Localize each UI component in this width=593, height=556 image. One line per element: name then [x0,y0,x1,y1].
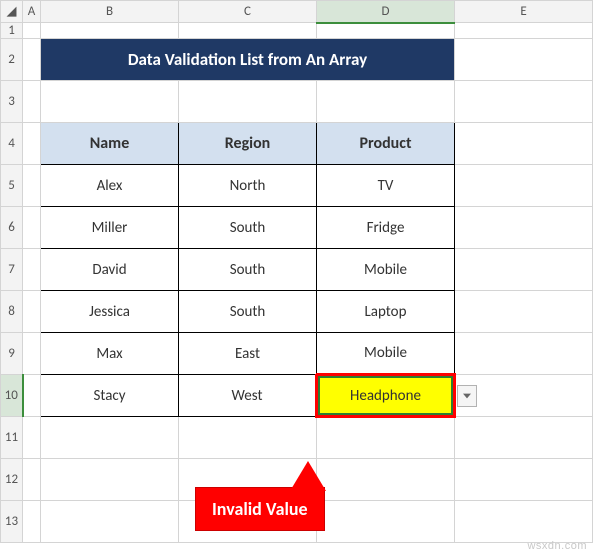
cell-name-4[interactable]: Max [41,333,179,375]
col-header-D[interactable]: D [317,1,455,23]
cell-region-1[interactable]: South [179,207,317,249]
cell-C3[interactable] [179,81,317,123]
row-header-12[interactable]: 12 [1,459,23,501]
cell-region-4[interactable]: East [179,333,317,375]
cell-D11[interactable] [317,417,455,459]
cell-name-1[interactable]: Miller [41,207,179,249]
cell-E2[interactable] [455,39,593,81]
row-header-1[interactable]: 1 [1,23,23,39]
cell-name-2[interactable]: David [41,249,179,291]
col-header-C[interactable]: C [179,1,317,23]
row-header-3[interactable]: 3 [1,81,23,123]
callout-arrow-icon [290,461,326,491]
header-region[interactable]: Region [179,123,317,165]
cell-C11[interactable] [179,417,317,459]
row-header-11[interactable]: 11 [1,417,23,459]
invalid-value-text: Headphone [350,387,421,405]
cell-A9[interactable] [23,333,41,375]
cell-A5[interactable] [23,165,41,207]
cell-product-4[interactable]: Mobile [317,333,455,375]
cell-B1[interactable] [41,23,179,39]
cell-D1[interactable] [317,23,455,39]
cell-E3[interactable] [455,81,593,123]
invalid-value-callout: Invalid Value [195,487,325,531]
cell-E6[interactable] [455,207,593,249]
row-header-8[interactable]: 8 [1,291,23,333]
cell-region-5[interactable]: West [179,375,317,417]
title-cell[interactable]: Data Validation List from An Array [41,39,455,81]
cell-A4[interactable] [23,123,41,165]
cell-E7[interactable] [455,249,593,291]
cell-D13[interactable] [317,501,455,543]
cell-E10[interactable] [455,375,593,417]
cell-E5[interactable] [455,165,593,207]
row-header-5[interactable]: 5 [1,165,23,207]
cell-A10[interactable] [23,375,41,417]
cell-E11[interactable] [455,417,593,459]
col-header-E[interactable]: E [455,1,593,23]
cell-A1[interactable] [23,23,41,39]
cell-name-3[interactable]: Jessica [41,291,179,333]
cell-A6[interactable] [23,207,41,249]
cell-E9[interactable] [455,333,593,375]
cell-region-0[interactable]: North [179,165,317,207]
row-header-10[interactable]: 10 [1,375,23,417]
cell-A11[interactable] [23,417,41,459]
cell-A2[interactable] [23,39,41,81]
cell-name-0[interactable]: Alex [41,165,179,207]
cell-region-2[interactable]: South [179,249,317,291]
cell-region-3[interactable]: South [179,291,317,333]
watermark-text: wsxdn.com [527,540,587,552]
cell-product-5-invalid[interactable]: Headphone [317,375,455,417]
cell-E13[interactable] [455,501,593,543]
cell-C1[interactable] [179,23,317,39]
cell-product-1[interactable]: Fridge [317,207,455,249]
col-header-B[interactable]: B [41,1,179,23]
cell-B3[interactable] [41,81,179,123]
cell-E12[interactable] [455,459,593,501]
select-all-corner[interactable]: ◢ [1,1,23,23]
row-header-13[interactable]: 13 [1,501,23,543]
cell-name-5[interactable]: Stacy [41,375,179,417]
cell-product-0[interactable]: TV [317,165,455,207]
cell-A13[interactable] [23,501,41,543]
cell-A8[interactable] [23,291,41,333]
cell-product-2[interactable]: Mobile [317,249,455,291]
col-header-A[interactable]: A [23,1,41,23]
cell-B11[interactable] [41,417,179,459]
cell-D3[interactable] [317,81,455,123]
header-product[interactable]: Product [317,123,455,165]
cell-D12[interactable] [317,459,455,501]
row-header-6[interactable]: 6 [1,207,23,249]
callout-label: Invalid Value [195,487,325,531]
cell-product-3[interactable]: Laptop [317,291,455,333]
row-header-9[interactable]: 9 [1,333,23,375]
cell-B13[interactable] [41,501,179,543]
cell-E1[interactable] [455,23,593,39]
row-header-4[interactable]: 4 [1,123,23,165]
header-name[interactable]: Name [41,123,179,165]
row-header-2[interactable]: 2 [1,39,23,81]
cell-E8[interactable] [455,291,593,333]
cell-A3[interactable] [23,81,41,123]
cell-E4[interactable] [455,123,593,165]
cell-A7[interactable] [23,249,41,291]
cell-A12[interactable] [23,459,41,501]
cell-B12[interactable] [41,459,179,501]
row-header-7[interactable]: 7 [1,249,23,291]
